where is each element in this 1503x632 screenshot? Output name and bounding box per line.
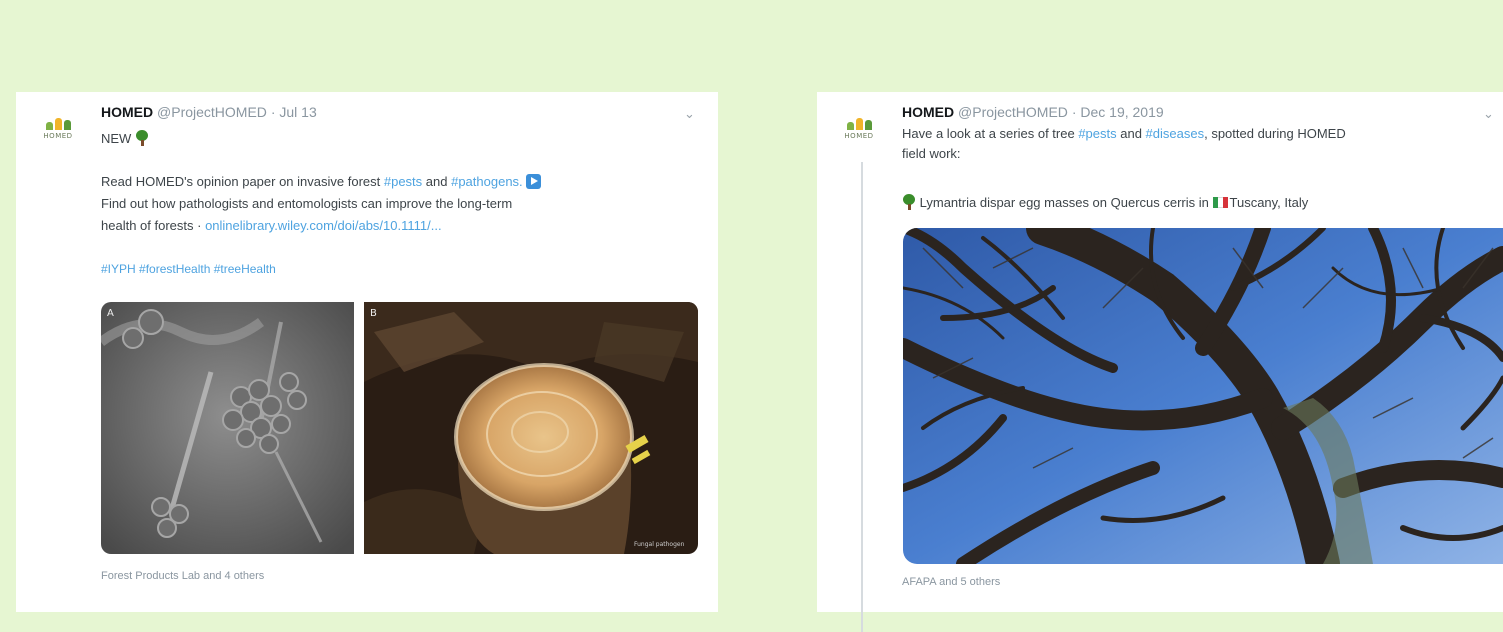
body-line-2: field work: (902, 146, 961, 161)
body-text: Read HOMED's opinion paper on invasive f… (101, 174, 384, 189)
hashtag-pests[interactable]: #pests (384, 174, 422, 189)
avatar-logo-text: HOMED (844, 132, 874, 140)
body-line-1: Have a look at a series of tree #pests a… (902, 126, 1346, 141)
body-line-3: health of forests · onlinelibrary.wiley.… (101, 218, 442, 233)
author-handle[interactable]: @ProjectHOMED (157, 104, 267, 120)
stump-image: B Fungal pathogen (364, 302, 698, 554)
play-button-icon (526, 174, 542, 189)
chevron-down-icon[interactable]: ⌄ (684, 106, 695, 122)
body-text: Have a look at a series of tree (902, 126, 1079, 141)
oak-tree-image (903, 228, 1503, 564)
avatar[interactable]: HOMED (837, 112, 881, 146)
media-image-oak-tree[interactable] (903, 228, 1503, 564)
tweet-first-line: NEW (101, 130, 149, 146)
footer-tagged-users[interactable]: Forest Products Lab and 4 others (101, 570, 264, 582)
photo-caption: Lymantria dispar egg masses on Quercus c… (902, 194, 1308, 210)
italy-flag-icon (1212, 197, 1228, 208)
image-label-a: A (107, 308, 114, 319)
avatar-logo-text: HOMED (43, 132, 73, 140)
homed-logo-icon (45, 118, 71, 130)
tweet-date[interactable]: Dec 19, 2019 (1080, 104, 1163, 120)
caption-text: Lymantria dispar egg masses on Quercus c… (919, 195, 1209, 210)
avatar[interactable]: HOMED (36, 112, 80, 146)
deciduous-tree-icon (135, 130, 149, 146)
body-line-1: Read HOMED's opinion paper on invasive f… (101, 174, 542, 189)
tweet-header: HOMED @ProjectHOMED · Dec 19, 2019 (902, 104, 1164, 120)
separator: · (270, 104, 276, 120)
chevron-down-icon[interactable]: ⌄ (1483, 106, 1494, 122)
homed-logo-icon (846, 118, 872, 130)
author-name[interactable]: HOMED (101, 104, 153, 120)
body-line-2: Find out how pathologists and entomologi… (101, 196, 513, 211)
separator: · (1071, 104, 1077, 120)
image-credit: Fungal pathogen (634, 541, 685, 548)
media-image-stump[interactable]: B Fungal pathogen (364, 302, 698, 554)
author-handle[interactable]: @ProjectHOMED (958, 104, 1068, 120)
body-text: , spotted during HOMED (1204, 126, 1346, 141)
tweet-header: HOMED @ProjectHOMED · Jul 13 (101, 104, 317, 120)
hashtag-pests[interactable]: #pests (1078, 126, 1116, 141)
media-image-microscopy[interactable]: A (101, 302, 354, 554)
author-name[interactable]: HOMED (902, 104, 954, 120)
hashtag-diseases[interactable]: #diseases (1146, 126, 1205, 141)
body-text: health of forests · (101, 218, 206, 233)
new-label: NEW (101, 131, 132, 146)
hashtag-pathogens[interactable]: #pathogens. (451, 174, 523, 189)
caption-place: Tuscany, Italy (1229, 195, 1309, 210)
tweet-card-2[interactable]: HOMED HOMED @ProjectHOMED · Dec 19, 2019… (817, 92, 1503, 632)
footer-tagged-users[interactable]: AFAPA and 5 others (902, 576, 1000, 588)
tweet-card-1[interactable]: HOMED HOMED @ProjectHOMED · Jul 13 ⌄ NEW… (16, 92, 718, 612)
thread-connector-line (861, 162, 863, 632)
microscopy-image: A (101, 302, 354, 554)
hashtag-list[interactable]: #IYPH #forestHealth #treeHealth (101, 262, 276, 276)
deciduous-tree-icon (902, 194, 916, 210)
body-text: and (422, 174, 452, 189)
image-label-b: B (370, 308, 377, 319)
article-link[interactable]: onlinelibrary.wiley.com/doi/abs/10.1111/… (205, 218, 442, 233)
tweet-date[interactable]: Jul 13 (279, 104, 316, 120)
body-text: and (1116, 126, 1146, 141)
